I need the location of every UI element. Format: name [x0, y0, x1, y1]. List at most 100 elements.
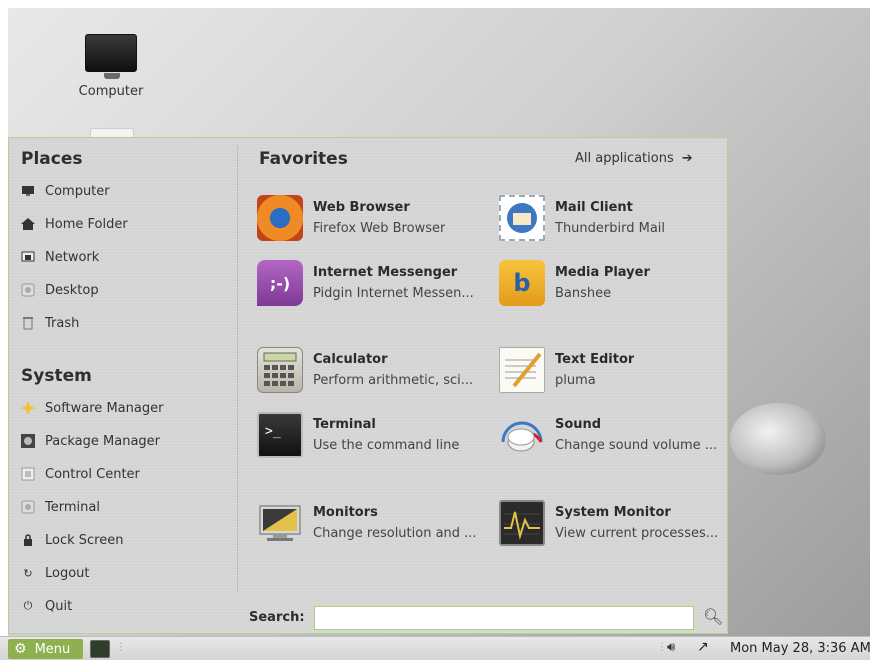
monitors-icon [257, 500, 303, 546]
power-icon: ⏻ [23, 599, 33, 612]
system-item-label: Logout [45, 565, 90, 581]
favorite-media-player[interactable]: b Media Player Banshee [499, 258, 727, 308]
places-item-network[interactable]: Network [21, 246, 99, 268]
places-item-label: Trash [45, 315, 80, 331]
app-name: System Monitor [555, 505, 671, 520]
system-monitor-icon [499, 500, 545, 546]
system-item-package-manager[interactable]: Package Manager [21, 430, 160, 452]
app-desc: View current processes... [555, 526, 719, 541]
app-desc: Thunderbird Mail [555, 221, 666, 236]
system-item-label: Package Manager [45, 433, 161, 449]
logout-icon: ↻ [23, 566, 33, 580]
app-name: Sound [555, 417, 602, 432]
desktop-icon-label: Computer [78, 84, 144, 99]
system-item-control-center[interactable]: Control Center [21, 463, 140, 485]
app-name: Internet Messenger [313, 265, 458, 280]
app-name: Mail Client [555, 200, 633, 215]
computer-icon [21, 184, 35, 198]
menu-button[interactable]: ⚙ Menu [8, 639, 83, 659]
favorite-text-editor[interactable]: Text Editor pluma [499, 345, 727, 395]
show-desktop-icon[interactable] [90, 640, 110, 658]
search-icon[interactable]: 🔍︎ [703, 607, 723, 626]
system-item-label: Terminal [45, 499, 100, 515]
software-manager-icon [21, 401, 35, 415]
favorite-internet-messenger[interactable]: ;-) Internet Messenger Pidgin Internet M… [257, 258, 489, 308]
trash-icon [21, 316, 35, 330]
menu-left-column: Places Computer Home Folder Network Desk… [9, 138, 237, 633]
all-applications-button[interactable]: All applications ➔ [575, 151, 693, 166]
places-item-computer[interactable]: Computer [21, 180, 110, 202]
places-item-label: Home Folder [45, 216, 128, 232]
places-item-desktop[interactable]: Desktop [21, 279, 99, 301]
app-desc: Perform arithmetic, sci... [313, 373, 474, 388]
desktop-icon [21, 283, 35, 297]
start-menu: Places Computer Home Folder Network Desk… [8, 137, 728, 634]
places-item-label: Desktop [45, 282, 99, 298]
favorite-monitors[interactable]: Monitors Change resolution and ... [257, 498, 489, 548]
sound-icon [499, 412, 545, 458]
favorite-web-browser[interactable]: Web Browser Firefox Web Browser [257, 193, 489, 243]
pidgin-icon: ;-) [257, 260, 303, 306]
system-item-quit[interactable]: ⏻ Quit [21, 595, 73, 617]
mint-logo-icon [730, 403, 826, 475]
search-input[interactable] [312, 604, 696, 632]
desktop-computer-icon[interactable]: Computer [66, 34, 156, 99]
all-applications-label: All applications [575, 151, 674, 166]
control-center-icon [21, 467, 35, 481]
system-item-terminal[interactable]: Terminal [21, 496, 100, 518]
panel-separator: ⋮ [657, 642, 667, 653]
app-desc: Pidgin Internet Messen... [313, 286, 474, 301]
firefox-icon [257, 195, 303, 241]
places-item-home-folder[interactable]: Home Folder [21, 213, 128, 235]
app-desc: Use the command line [313, 438, 460, 453]
network-status-icon[interactable]: ↗ [697, 639, 709, 655]
app-desc: Banshee [555, 286, 612, 301]
app-name: Terminal [313, 417, 376, 432]
app-desc: Change resolution and ... [313, 526, 477, 541]
column-divider [237, 146, 238, 591]
favorite-terminal[interactable]: >_ Terminal Use the command line [257, 410, 489, 460]
system-item-label: Control Center [45, 466, 140, 482]
thunderbird-icon [499, 195, 545, 241]
app-desc: Change sound volume ... [555, 438, 718, 453]
places-title: Places [21, 149, 83, 169]
system-item-label: Lock Screen [45, 532, 124, 548]
favorite-system-monitor[interactable]: System Monitor View current processes... [499, 498, 727, 548]
gear-icon: ⚙ [14, 641, 27, 657]
terminal-app-icon: >_ [257, 412, 303, 458]
favorite-sound[interactable]: Sound Change sound volume ... [499, 410, 727, 460]
system-item-logout[interactable]: ↻ Logout [21, 562, 90, 584]
favorite-calculator[interactable]: Calculator Perform arithmetic, sci... [257, 345, 489, 395]
network-icon [21, 250, 35, 264]
system-item-software-manager[interactable]: Software Manager [21, 397, 163, 419]
system-title: System [21, 366, 92, 386]
places-item-label: Computer [45, 183, 110, 199]
lock-icon [21, 533, 35, 547]
app-name: Text Editor [555, 352, 635, 367]
search-label: Search: [249, 610, 305, 625]
places-item-label: Network [45, 249, 100, 265]
app-name: Web Browser [313, 200, 410, 215]
app-desc: Firefox Web Browser [313, 221, 446, 236]
favorites-title: Favorites [259, 149, 348, 169]
app-desc: pluma [555, 373, 596, 388]
banshee-icon: b [499, 260, 545, 306]
computer-icon [85, 34, 137, 79]
text-editor-icon [499, 347, 545, 393]
system-item-lock-screen[interactable]: Lock Screen [21, 529, 123, 551]
package-manager-icon [21, 434, 35, 448]
volume-icon[interactable]: 🔊︎ [667, 640, 675, 655]
menu-button-label: Menu [34, 641, 71, 657]
app-name: Monitors [313, 505, 378, 520]
system-item-label: Software Manager [45, 400, 164, 416]
favorite-mail-client[interactable]: Mail Client Thunderbird Mail [499, 193, 727, 243]
terminal-icon [21, 500, 35, 514]
calculator-icon [257, 347, 303, 393]
home-icon [21, 217, 35, 231]
places-item-trash[interactable]: Trash [21, 312, 79, 334]
bottom-panel: ⚙ Menu ⋮ ⋮ 🔊︎ ↗ Mon May 28, 3:36 AM [0, 636, 870, 660]
system-item-label: Quit [45, 598, 73, 614]
arrow-right-icon: ➔ [681, 151, 693, 166]
panel-clock[interactable]: Mon May 28, 3:36 AM [730, 641, 870, 656]
panel-separator: ⋮ [116, 642, 126, 653]
